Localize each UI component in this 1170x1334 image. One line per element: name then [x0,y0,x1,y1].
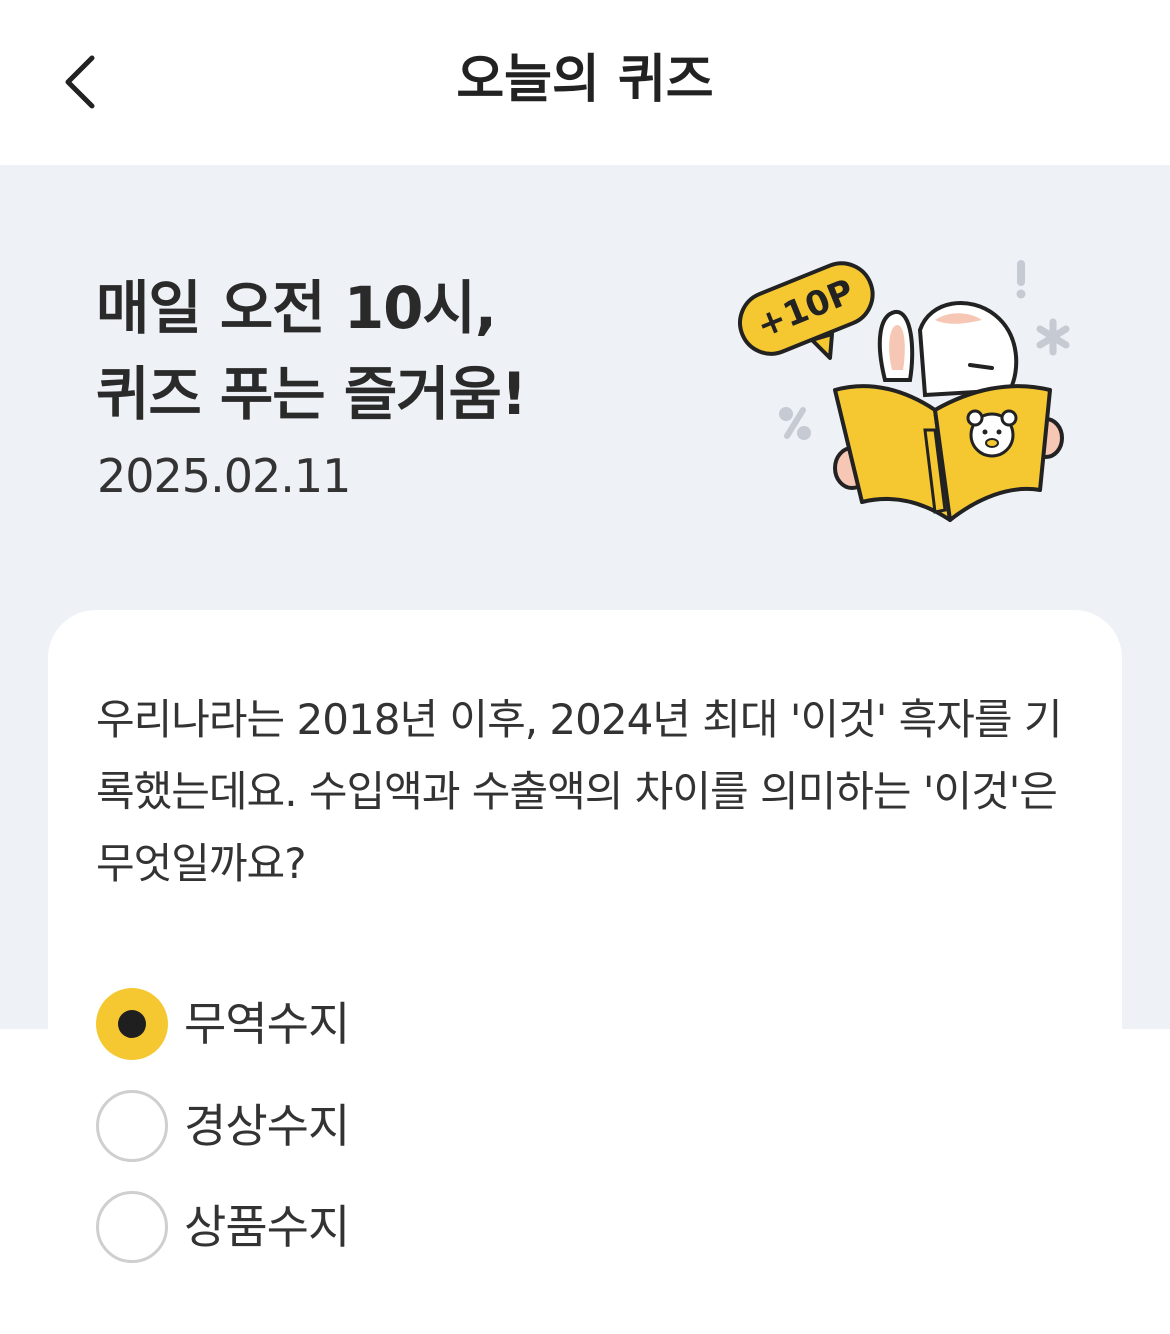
exclamation-mark-icon [1017,260,1025,286]
hero-title: 매일 오전 10시, 퀴즈 푸는 즐거움! [96,265,656,437]
hero-title-line1: 매일 오전 10시, [96,274,497,342]
page-title: 오늘의 퀴즈 [456,50,714,110]
radio-selected[interactable] [96,988,168,1060]
option-goods-balance[interactable]: 상품수지 [96,1191,350,1263]
hero-title-line2: 퀴즈 푸는 즐거움! [96,360,527,428]
app-header: 오늘의 퀴즈 [0,0,1170,165]
option-label: 무역수지 [184,997,350,1051]
radio-dot [118,1010,146,1038]
percent-icon [779,407,811,440]
quiz-question: 우리나라는 2018년 이후, 2024년 최대 '이것' 흑자를 기록했는데요… [96,695,1063,888]
option-current-account[interactable]: 경상수지 [96,1090,350,1162]
quiz-date: 2025.02.11 [97,449,351,503]
rabbit-icon [877,301,1019,398]
option-label: 상품수지 [184,1200,350,1254]
book-icon [833,384,1052,522]
points-badge: +10P [738,261,875,360]
option-trade-balance[interactable]: 무역수지 [96,988,350,1060]
asterisk-icon [1036,318,1070,356]
option-label: 경상수지 [184,1099,350,1153]
radio-unselected[interactable] [96,1191,168,1263]
rabbit-reading-illustration: +10P [738,260,1070,522]
radio-unselected[interactable] [96,1090,168,1162]
